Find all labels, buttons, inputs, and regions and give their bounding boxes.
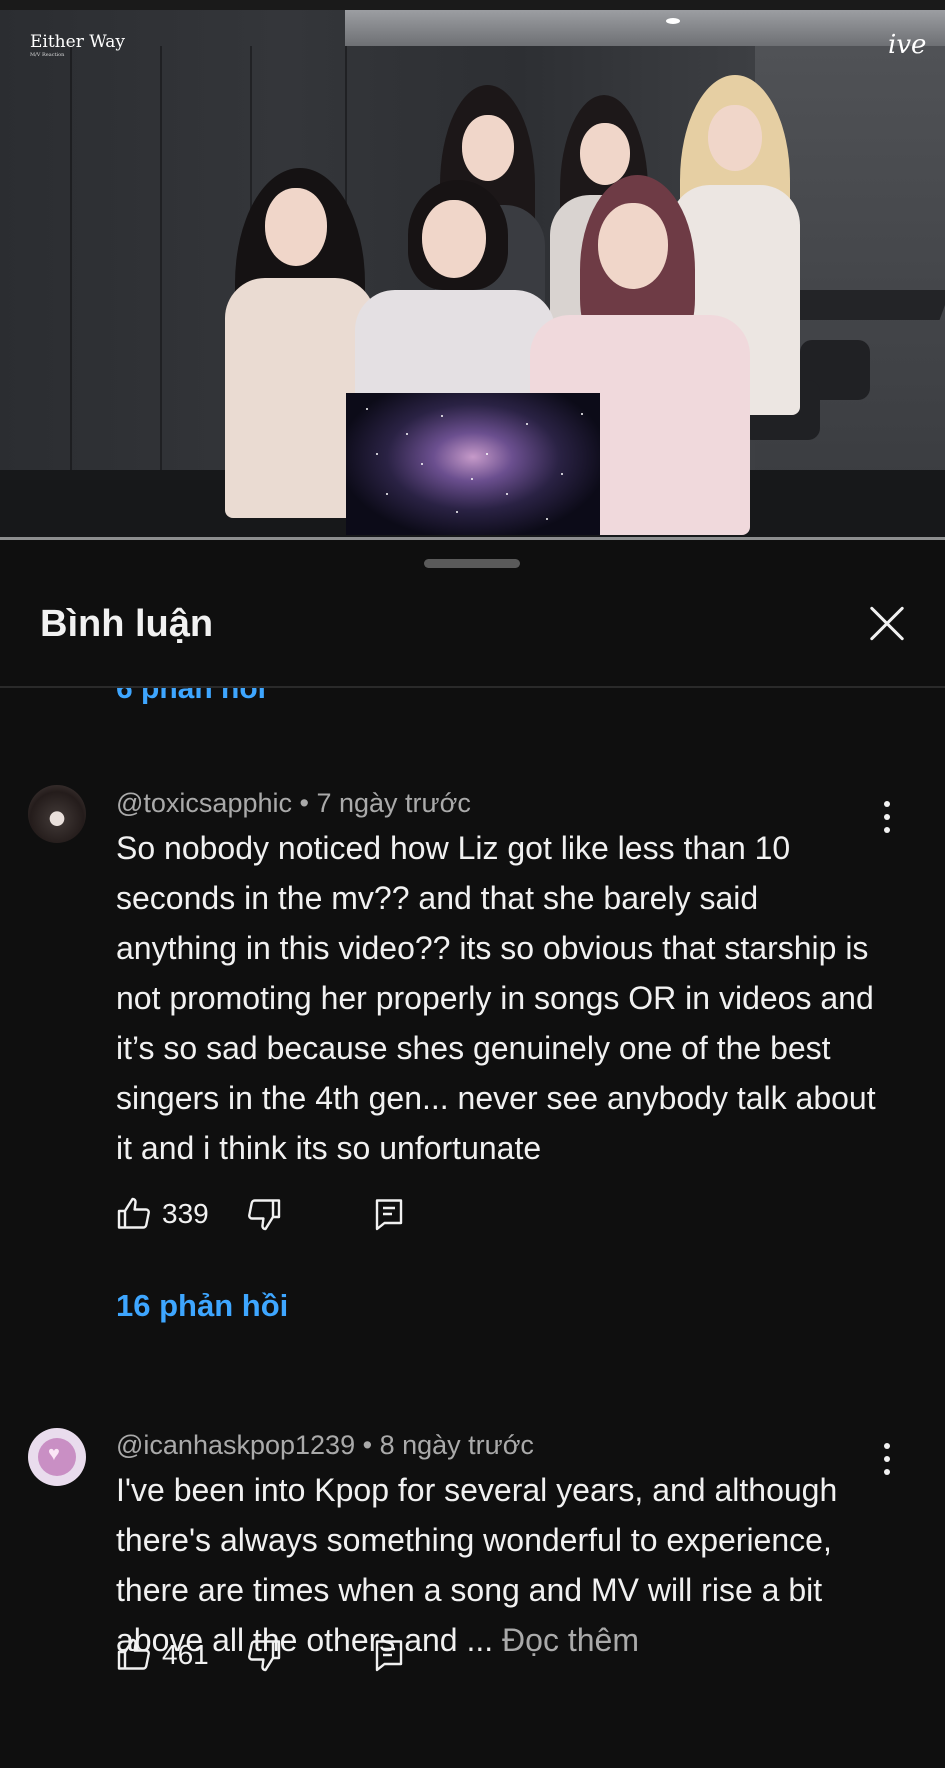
video-table [774, 290, 945, 320]
panel-title: Bình luận [40, 603, 214, 645]
thumb-down-icon [248, 1199, 281, 1231]
like-count: 461 [162, 1639, 209, 1670]
comment-time: 8 ngày trước [379, 1430, 534, 1460]
status-strip [0, 0, 945, 10]
avatar[interactable] [28, 1428, 86, 1486]
read-more-link[interactable]: Đọc thêm [502, 1622, 639, 1658]
wall-seam [160, 46, 162, 476]
video-progress-fill [0, 537, 945, 540]
wall-seam [70, 46, 72, 476]
avatar[interactable] [28, 785, 86, 843]
reply-icon [375, 1640, 403, 1672]
like-count: 339 [162, 1198, 209, 1229]
previous-replies-link[interactable]: 6 phản hồi [116, 688, 266, 706]
video-ceiling [345, 10, 945, 46]
comment-text: I've been into Kpop for several years, a… [116, 1465, 886, 1665]
comment-time: 7 ngày trước [316, 788, 471, 818]
galaxy-overlay-image [346, 393, 600, 535]
video-player[interactable]: Either Way M/V Reaction ive [0, 0, 945, 540]
thumb-down-icon [248, 1640, 281, 1672]
comment-list[interactable]: 6 phản hồi @toxicsapphic • 7 ngày trước … [0, 688, 945, 1768]
meta-separator: • [362, 1430, 380, 1460]
dislike-button[interactable] [246, 1192, 282, 1236]
video-progress-bar[interactable] [0, 537, 945, 540]
comment-author[interactable]: @icanhaskpop1239 [116, 1430, 355, 1460]
thumb-up-icon [117, 1638, 150, 1670]
close-icon[interactable] [862, 599, 912, 649]
meta-separator: • [299, 788, 317, 818]
comment-body: I've been into Kpop for several years, a… [116, 1472, 838, 1658]
comment-author[interactable]: @toxicsapphic [116, 788, 292, 818]
video-ceiling-light [666, 18, 680, 24]
ive-logo: ive [888, 30, 927, 60]
dislike-button[interactable] [246, 1633, 282, 1677]
thumb-up-icon [117, 1197, 150, 1229]
comment-meta: @toxicsapphic • 7 ngày trước [116, 788, 471, 819]
reply-button[interactable] [371, 1192, 407, 1236]
comments-panel: Bình luận 6 phản hồi @toxicsapphic • 7 n… [0, 541, 945, 1768]
comment-text: So nobody noticed how Liz got like less … [116, 830, 876, 1166]
reply-button[interactable] [371, 1633, 407, 1677]
comment-meta: @icanhaskpop1239 • 8 ngày trước [116, 1430, 534, 1461]
reply-icon [375, 1199, 403, 1231]
replies-link[interactable]: 16 phản hồi [116, 1288, 288, 1324]
drag-handle[interactable] [424, 559, 520, 568]
like-button[interactable]: 461 [116, 1633, 209, 1677]
either-way-logo: Either Way M/V Reaction [30, 32, 125, 59]
like-button[interactable]: 339 [116, 1192, 209, 1236]
